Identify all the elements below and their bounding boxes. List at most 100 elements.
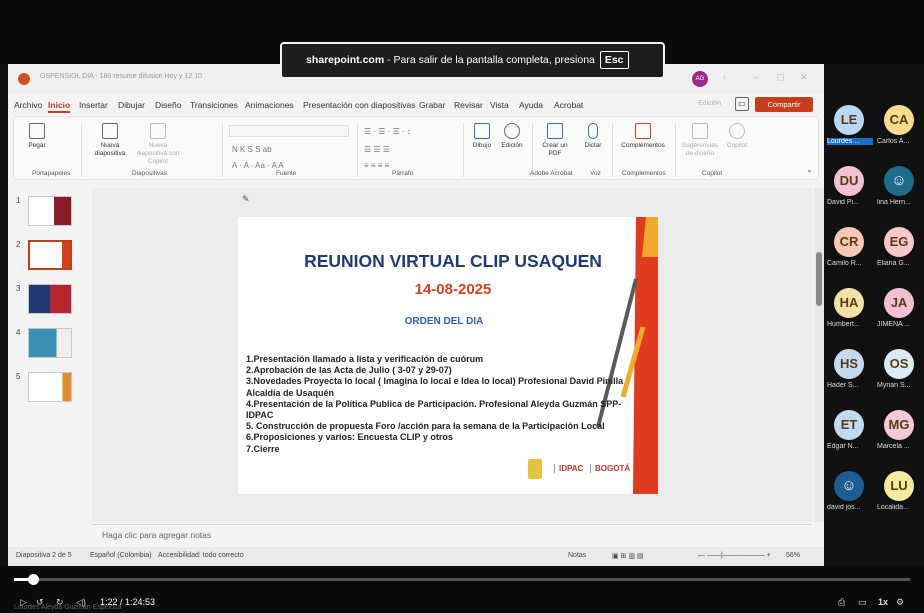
- menu-animaciones[interactable]: Animaciones: [245, 100, 294, 110]
- participant-tile[interactable]: EG Eliana G...: [874, 227, 924, 285]
- design-suggestions-label: Sugerencias de diseño: [681, 142, 719, 157]
- status-bar: Diapositiva 2 de 5 Español (Colombia) Ac…: [8, 547, 824, 566]
- participant-tile[interactable]: JA JIMENA ...: [874, 288, 924, 346]
- progress-handle[interactable]: [27, 574, 39, 585]
- menu-acrobat[interactable]: Acrobat: [554, 100, 583, 110]
- create-pdf-button[interactable]: Crear un PDF: [538, 123, 572, 158]
- agenda-list[interactable]: 1.Presentación llamado a lista y verific…: [246, 354, 644, 455]
- captions-icon[interactable]: ⎙: [838, 597, 845, 608]
- participant-tile[interactable]: HS Hader S...: [824, 349, 874, 407]
- menu-presentacion[interactable]: Presentación con diapositivas: [303, 100, 415, 110]
- microphone-icon: [588, 123, 598, 139]
- align-icons[interactable]: ≡ ≡ ≡ ≡: [364, 161, 389, 170]
- restore-icon[interactable]: ▢: [776, 72, 785, 83]
- menu-transiciones[interactable]: Transiciones: [190, 100, 238, 110]
- participant-tile[interactable]: HA Humbert...: [824, 288, 874, 346]
- list-icons[interactable]: ☰ · ☰ · ☰ · ↕: [364, 127, 411, 136]
- close-icon[interactable]: ✕: [800, 72, 808, 83]
- view-icons[interactable]: ▣ ⊞ ▥ ▤: [612, 552, 644, 560]
- new-slide-button[interactable]: Nueva diapositiva: [90, 123, 130, 158]
- language-label[interactable]: Español (Colombia): [90, 552, 151, 559]
- slide-thumbnail-5[interactable]: [28, 372, 72, 402]
- participant-tile[interactable]: DU David Pi...: [824, 166, 874, 224]
- font-name-box[interactable]: [229, 125, 349, 137]
- participant-tile[interactable]: ET Edgar N...: [824, 410, 874, 468]
- draw-button[interactable]: Dibujo: [468, 123, 496, 150]
- font-color-icons[interactable]: A · A · Aa · A A: [232, 161, 284, 170]
- bogota-logo: BOGOTÁ: [590, 464, 630, 473]
- comment-icon[interactable]: ▭: [735, 97, 749, 111]
- fullscreen-banner: sharepoint.com - Para salir de la pantal…: [280, 42, 665, 79]
- lightbulb-icon[interactable]: ♁: [721, 72, 728, 82]
- scrollbar-thumb[interactable]: [816, 252, 822, 306]
- thumb-number: 4: [16, 328, 21, 337]
- slide-thumbnail-1[interactable]: [28, 196, 72, 226]
- share-button[interactable]: Compartir: [755, 97, 813, 112]
- slide-thumbnail-2[interactable]: [28, 240, 72, 270]
- design-suggestions-button[interactable]: Sugerencias de diseño: [680, 123, 720, 158]
- participant-tile[interactable]: OS Myrian S...: [874, 349, 924, 407]
- clipboard-icon: [29, 123, 45, 139]
- participant-tile[interactable]: ☺ lina Hern...: [874, 166, 924, 224]
- subtitles-icon[interactable]: ▭: [858, 597, 867, 608]
- menu-diseno[interactable]: Diseño: [155, 100, 181, 110]
- slide-thumbnail-3[interactable]: [28, 284, 72, 314]
- playback-speed[interactable]: 1x: [878, 597, 888, 607]
- video-progress-bar[interactable]: [14, 574, 910, 585]
- ribbon: Pegar Nueva diapositiva Nueva diapositiv…: [13, 116, 819, 180]
- font-format-icons[interactable]: N K S S ab: [232, 145, 272, 154]
- participant-tile[interactable]: CA Carlos A...: [874, 105, 924, 163]
- slide-title[interactable]: REUNION VIRTUAL CLIP USAQUEN: [238, 251, 658, 272]
- menu-archivo[interactable]: Archivo: [14, 100, 42, 110]
- participant-tile[interactable]: LU Localida...: [874, 471, 924, 529]
- menu-revisar[interactable]: Revisar: [454, 100, 483, 110]
- menu-ayuda[interactable]: Ayuda: [519, 100, 543, 110]
- slide-date[interactable]: 14-08-2025: [238, 281, 658, 298]
- new-slide-label: Nueva diapositiva: [94, 142, 126, 157]
- indent-icons[interactable]: ☰ ☰ ☰: [364, 145, 390, 154]
- notes-pane[interactable]: Haga clic para agregar notas: [92, 524, 812, 546]
- agenda-item: 7.Cierre: [246, 443, 280, 454]
- ribbon-divider: [463, 123, 464, 177]
- new-slide-copilot-label: Nueva diapositiva con Copilot: [136, 142, 180, 165]
- ribbon-divider: [532, 123, 533, 177]
- dictate-button[interactable]: Dictar: [580, 123, 606, 150]
- participant-name: Camilo R...: [827, 260, 862, 267]
- thumb-number: 1: [16, 196, 21, 205]
- paste-button[interactable]: Pegar: [22, 123, 52, 150]
- slide-design-icon[interactable]: ✎: [242, 194, 256, 208]
- window-title: OSPENSIOL DIA - 180 resume difusion Hoy …: [40, 73, 202, 80]
- menu-vista[interactable]: Vista: [490, 100, 509, 110]
- copilot-slide-icon: [150, 123, 166, 139]
- menu-insertar[interactable]: Insertar: [79, 100, 108, 110]
- zoom-slider[interactable]: — ——|—————— +: [698, 552, 771, 559]
- agenda-item: 6.Proposiciones y varios: Encuesta CLIP …: [246, 432, 453, 443]
- accessibility-label[interactable]: Accesibilidad: todo correcto: [158, 552, 244, 559]
- menu-dibujar[interactable]: Dibujar: [118, 100, 145, 110]
- participant-avatar: LE: [834, 105, 864, 135]
- vertical-scrollbar[interactable]: [814, 188, 824, 522]
- agenda-item: 4.Presentación de la Política Publica de…: [246, 398, 622, 421]
- slide-thumbnail-4[interactable]: [28, 328, 72, 358]
- notes-toggle[interactable]: Notas: [568, 552, 586, 559]
- addins-button[interactable]: Complementos: [618, 123, 668, 150]
- ribbon-divider: [222, 123, 223, 177]
- slide-subtitle[interactable]: ORDEN DEL DIA: [238, 316, 650, 327]
- participant-tile[interactable]: ☺ david jos...: [824, 471, 874, 529]
- collapse-ribbon-icon[interactable]: ⌄: [806, 165, 813, 174]
- user-avatar[interactable]: AG: [692, 71, 708, 87]
- participant-name: Eliana G...: [877, 260, 910, 267]
- menu-inicio[interactable]: Inicio: [48, 100, 71, 113]
- participant-tile[interactable]: LE Lourdes ...: [824, 105, 874, 163]
- new-slide-copilot-button[interactable]: Nueva diapositiva con Copilot: [134, 123, 182, 166]
- zoom-level[interactable]: 56%: [786, 552, 800, 559]
- group-label-voz: Voz: [590, 170, 601, 177]
- menu-grabar[interactable]: Grabar: [419, 100, 445, 110]
- participant-tile[interactable]: CR Camilo R...: [824, 227, 874, 285]
- copilot-button[interactable]: Copilot: [724, 123, 750, 150]
- minimize-icon[interactable]: –: [753, 72, 758, 82]
- settings-gear-icon[interactable]: ⚙: [896, 597, 904, 608]
- editing-mode-label[interactable]: Edición: [698, 100, 721, 107]
- participant-tile[interactable]: MG Marcela ...: [874, 410, 924, 468]
- editing-button[interactable]: Edición: [498, 123, 526, 150]
